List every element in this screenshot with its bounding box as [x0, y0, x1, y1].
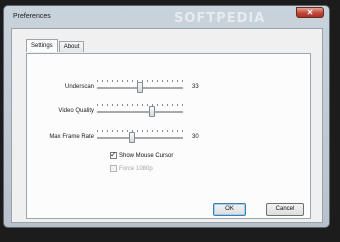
- window-title: Preferences: [13, 13, 51, 20]
- tab-strip: Settings About: [26, 39, 85, 53]
- underscan-slider[interactable]: [97, 80, 183, 94]
- force-1080p-label: Force 1080p: [119, 165, 153, 172]
- show-mouse-cursor-label: Show Mouse Cursor: [119, 152, 174, 159]
- slider-thumb[interactable]: [129, 132, 135, 143]
- force-1080p-option[interactable]: Force 1080p: [110, 165, 153, 172]
- underscan-label: Underscan: [64, 84, 94, 90]
- settings-panel: Underscan 33 Video Quality Max Frame Rat…: [26, 53, 311, 219]
- max-frame-rate-label: Max Frame Rate: [49, 134, 94, 140]
- underscan-value: 33: [192, 84, 199, 90]
- show-mouse-cursor-option[interactable]: ✓ Show Mouse Cursor: [110, 150, 174, 159]
- slider-thumb[interactable]: [137, 82, 143, 93]
- max-frame-rate-slider[interactable]: [97, 130, 183, 144]
- watermark: SOFTPEDIA: [174, 11, 266, 26]
- slider-thumb[interactable]: [149, 106, 155, 117]
- check-mark-icon: ✓: [110, 150, 117, 159]
- ok-button[interactable]: OK: [213, 203, 246, 216]
- title-bar[interactable]: Preferences SOFTPEDIA ✕: [4, 6, 329, 26]
- video-quality-label: Video Quality: [58, 108, 94, 114]
- show-mouse-cursor-checkbox[interactable]: ✓: [110, 150, 117, 159]
- preferences-window: Preferences SOFTPEDIA ✕ Settings About U…: [3, 5, 330, 228]
- close-icon: ✕: [306, 7, 314, 17]
- tab-settings[interactable]: Settings: [26, 39, 58, 52]
- slider-ticks: [97, 130, 183, 132]
- video-quality-slider[interactable]: [97, 104, 183, 118]
- force-1080p-checkbox[interactable]: [110, 165, 117, 172]
- dialog-body: Settings About Underscan 33 Video Qualit…: [11, 28, 323, 223]
- max-frame-rate-value: 30: [192, 134, 199, 140]
- close-button[interactable]: ✕: [296, 7, 324, 18]
- tab-about[interactable]: About: [58, 41, 85, 52]
- slider-ticks: [97, 104, 183, 106]
- cancel-button[interactable]: Cancel: [266, 203, 304, 216]
- slider-track: [97, 111, 183, 113]
- slider-track: [97, 137, 183, 139]
